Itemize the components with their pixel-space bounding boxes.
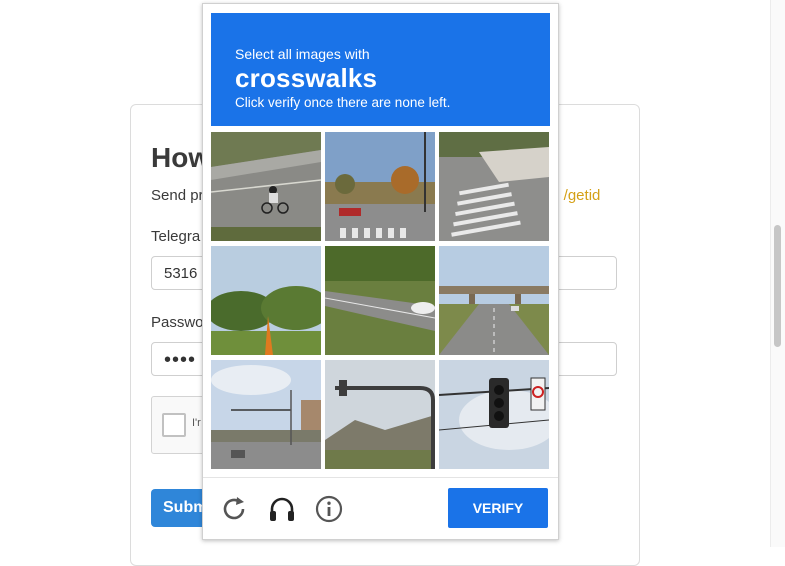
audio-icon[interactable] [267,494,297,524]
image-tile-7[interactable] [211,360,321,469]
footer-divider [203,477,558,478]
instruction-top: Select all images with [235,46,370,62]
scrollbar-thumb[interactable] [774,225,781,347]
telegram-id-label: Telegra [151,228,201,245]
target-word: crosswalks [235,63,378,93]
image-grid [211,132,550,471]
image-tile-8[interactable] [325,360,435,469]
recaptcha-checkbox[interactable] [162,413,186,437]
image-tile-3[interactable] [439,132,549,241]
password-label: Passwo [151,314,204,331]
image-tile-5[interactable] [325,246,435,355]
image-tile-1[interactable] [211,132,321,241]
image-tile-9[interactable] [439,360,549,469]
image-tile-6[interactable] [439,246,549,355]
getid-command: /getid [563,187,601,204]
info-icon[interactable] [314,494,344,524]
instruction-bottom: Click verify once there are none left. [235,95,451,110]
send-instruction-text: Send pr [151,187,204,204]
recaptcha-label: I'r [192,417,201,429]
image-tile-4[interactable] [211,246,321,355]
verify-button[interactable]: VERIFY [448,488,548,528]
captcha-header: Select all images with crosswalks Click … [211,13,550,126]
image-tile-2[interactable] [325,132,435,241]
captcha-challenge: Select all images with crosswalks Click … [202,3,559,540]
command-hint: l: /getid [552,187,600,204]
reload-icon[interactable] [219,494,249,524]
